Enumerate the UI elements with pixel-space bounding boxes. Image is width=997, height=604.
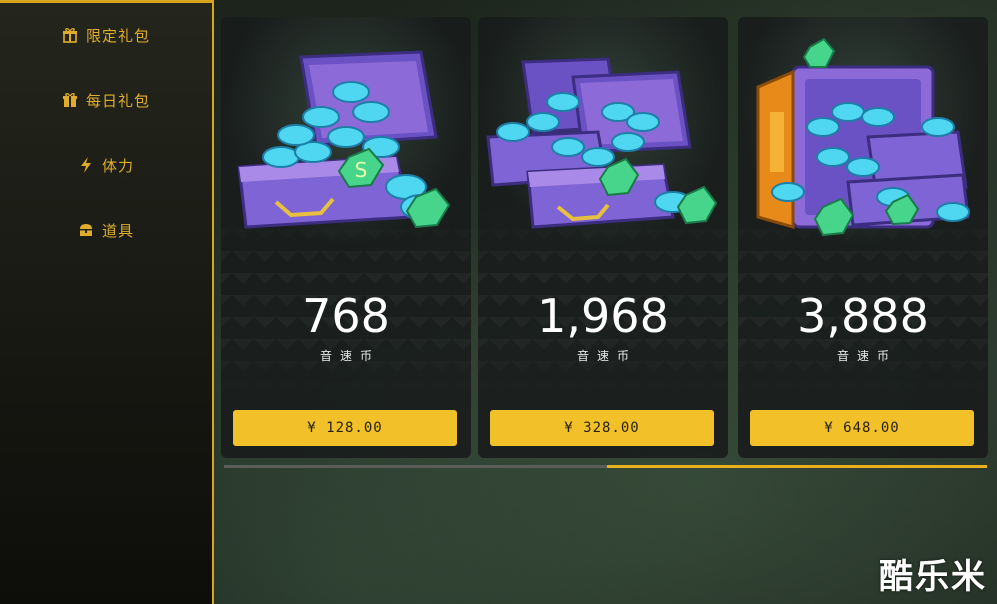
buy-button[interactable]: ¥ 328.00 bbox=[490, 410, 714, 446]
coin-amount: 768 bbox=[302, 289, 390, 343]
watermark: 酷乐米 bbox=[879, 557, 987, 597]
coin-amount: 3,888 bbox=[797, 289, 929, 343]
coin-amount: 1,968 bbox=[537, 289, 669, 343]
svg-text:S: S bbox=[355, 158, 368, 182]
sidebar-item-label: 道具 bbox=[101, 221, 134, 240]
sidebar-item-daily-pack[interactable]: 每日礼包 bbox=[0, 80, 212, 120]
horizontal-scrollbar[interactable] bbox=[224, 465, 987, 468]
sidebar-item-stamina[interactable]: 体力 bbox=[0, 145, 212, 185]
sidebar: 限定礼包 每日礼包 体力 道具 bbox=[0, 0, 214, 604]
sidebar-top-accent bbox=[0, 0, 214, 3]
sidebar-item-limited-pack[interactable]: 限定礼包 bbox=[0, 15, 212, 55]
lightning-icon bbox=[78, 157, 94, 173]
buy-button[interactable]: ¥ 648.00 bbox=[750, 410, 974, 446]
buy-button[interactable]: ¥ 128.00 bbox=[233, 410, 457, 446]
scrollbar-thumb[interactable] bbox=[607, 465, 987, 468]
sidebar-item-label: 体力 bbox=[101, 156, 134, 175]
chest-icon bbox=[78, 222, 94, 238]
pack-card[interactable]: 3,888 音速币 ¥ 648.00 bbox=[738, 17, 988, 458]
gift-box-icon bbox=[62, 27, 78, 43]
gift-icon bbox=[62, 92, 78, 108]
sidebar-item-items[interactable]: 道具 bbox=[0, 210, 212, 250]
coin-unit-label: 音速币 bbox=[319, 349, 380, 363]
coin-unit-label: 音速币 bbox=[836, 349, 897, 363]
pack-card[interactable]: 1,968 音速币 ¥ 328.00 bbox=[478, 17, 728, 458]
pack-card[interactable]: S 768 音速币 ¥ 128.00 bbox=[221, 17, 471, 458]
sidebar-item-label: 限定礼包 bbox=[85, 26, 150, 45]
sidebar-item-label: 每日礼包 bbox=[85, 91, 150, 110]
coin-unit-label: 音速币 bbox=[576, 349, 637, 363]
